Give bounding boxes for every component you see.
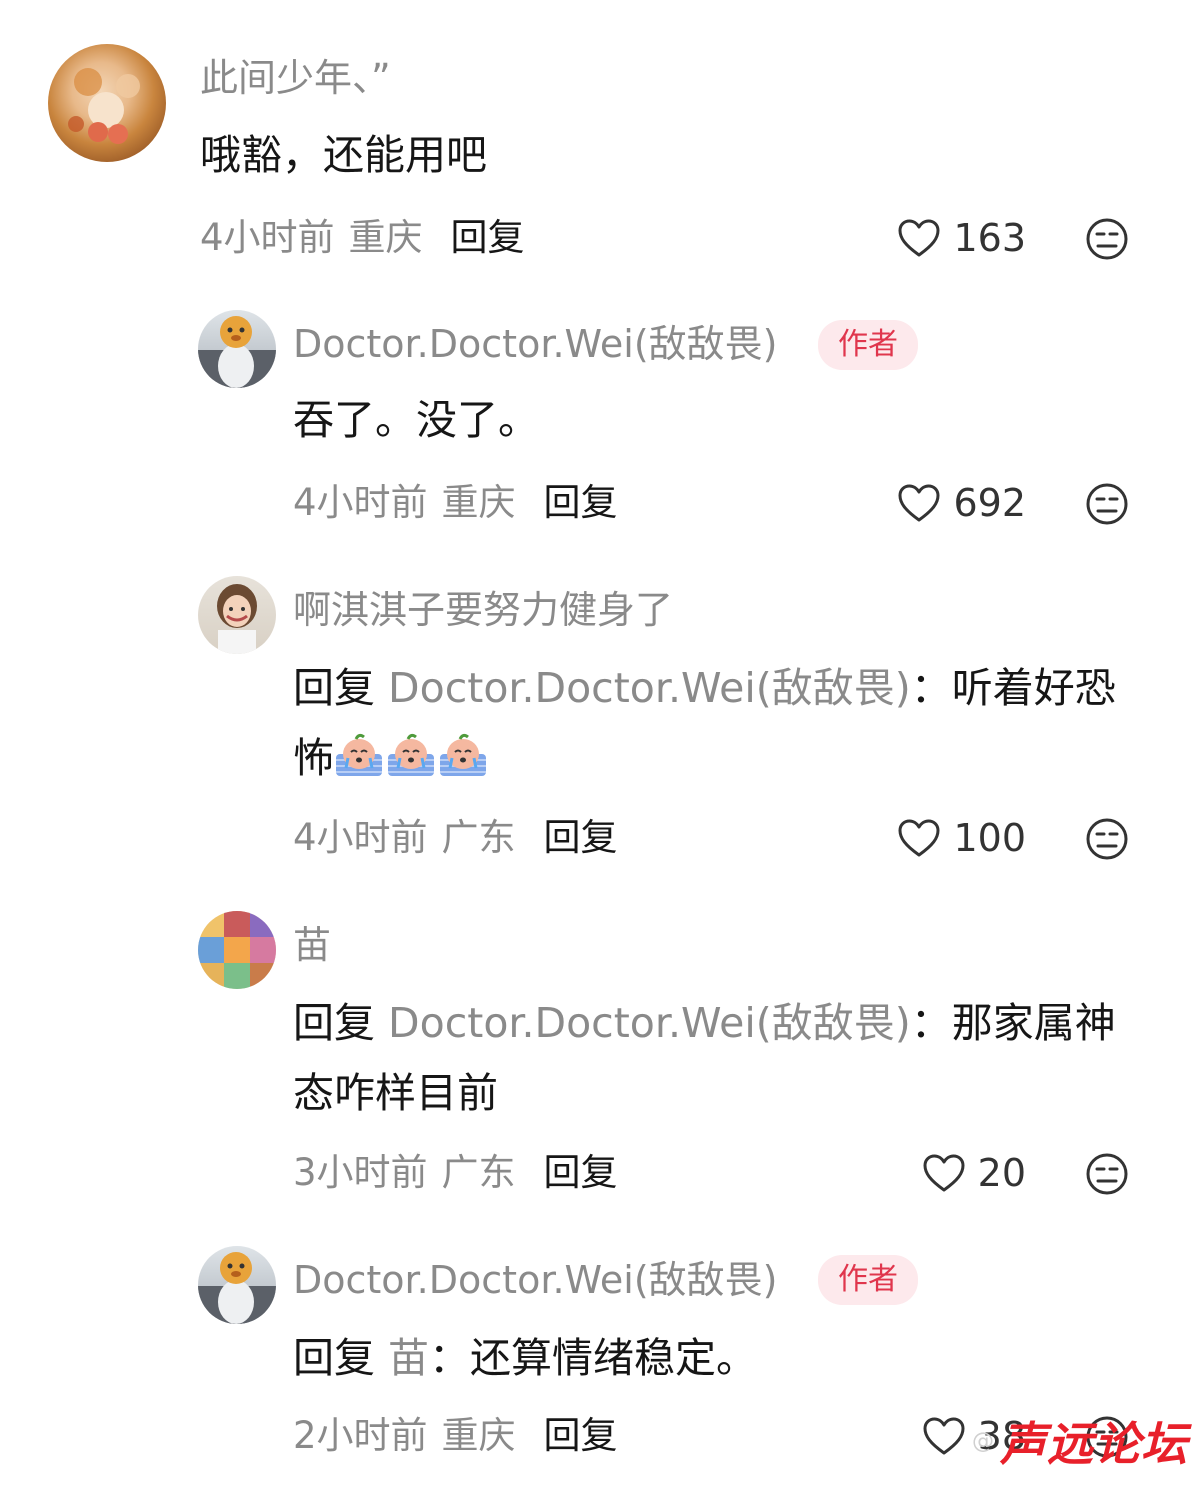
- dislike-icon[interactable]: [1085, 1152, 1129, 1196]
- reply-target[interactable]: 苗: [388, 1334, 429, 1382]
- avatar[interactable]: [198, 310, 276, 388]
- comment-text: 吞了。没了。: [293, 396, 539, 444]
- comment-meta: 3小时前 广东 回复: [293, 1150, 618, 1196]
- reply-body-cont: 怖: [293, 734, 334, 782]
- reply-body: 听着好恐: [951, 664, 1116, 712]
- like-count: 20: [977, 1151, 1026, 1195]
- location: 重庆: [441, 1414, 516, 1457]
- reply-body: 那家属神: [951, 999, 1116, 1047]
- author-badge: 作者: [818, 1255, 918, 1305]
- nickname[interactable]: 啊淇淇子要努力健身了: [293, 587, 673, 633]
- reply-body-cont: 态咋样目前: [293, 1069, 498, 1117]
- watermark-text: @: [972, 1428, 994, 1454]
- like-button[interactable]: 692: [897, 480, 1026, 526]
- heart-icon: [898, 484, 940, 522]
- timestamp: 4小时前: [293, 816, 428, 859]
- like-count: 163: [953, 216, 1026, 260]
- dislike-icon[interactable]: [1085, 482, 1129, 526]
- comment-meta: 2小时前 重庆 回复: [293, 1413, 618, 1459]
- location: 广东: [441, 816, 516, 859]
- reply-prefix: 回复: [293, 999, 375, 1047]
- location: 重庆: [348, 216, 423, 259]
- nickname[interactable]: Doctor.Doctor.Wei(敌敌畏): [293, 1257, 777, 1303]
- location: 广东: [441, 1151, 516, 1194]
- reply-target[interactable]: Doctor.Doctor.Wei(敌敌畏): [388, 664, 911, 712]
- avatar[interactable]: [48, 44, 166, 162]
- author-badge: 作者: [818, 320, 918, 370]
- nickname[interactable]: 苗: [293, 922, 331, 968]
- comment-meta: 4小时前 重庆 回复: [200, 215, 525, 261]
- heart-icon: [898, 219, 940, 257]
- timestamp: 4小时前: [293, 481, 428, 524]
- dislike-icon[interactable]: [1085, 217, 1129, 261]
- location: 重庆: [441, 481, 516, 524]
- nickname[interactable]: Doctor.Doctor.Wei(敌敌畏): [293, 321, 777, 367]
- comment-text: 回复 Doctor.Doctor.Wei(敌敌畏)：听着好恐 怖: [293, 664, 1116, 782]
- timestamp: 3小时前: [293, 1151, 428, 1194]
- watermark-logo: 声远论坛: [1000, 1417, 1188, 1471]
- dislike-icon[interactable]: [1085, 817, 1129, 861]
- reply-button[interactable]: 回复: [544, 1151, 618, 1194]
- reply-prefix: 回复: [293, 1334, 375, 1382]
- like-button[interactable]: 100: [897, 815, 1026, 861]
- crying-emoji: [386, 729, 436, 776]
- like-count: 100: [953, 816, 1026, 860]
- avatar[interactable]: [198, 576, 276, 654]
- reply-button[interactable]: 回复: [544, 481, 618, 524]
- heart-icon: [923, 1154, 965, 1192]
- like-count: 692: [953, 481, 1026, 525]
- heart-icon: [898, 819, 940, 857]
- like-button[interactable]: 20: [922, 1150, 1026, 1196]
- like-button[interactable]: 163: [897, 215, 1026, 261]
- comment-meta: 4小时前 重庆 回复: [293, 480, 618, 526]
- avatar[interactable]: [198, 1246, 276, 1324]
- nickname[interactable]: 此间少年、”: [200, 55, 391, 101]
- heart-icon: [923, 1417, 965, 1455]
- comment-text: 回复 苗：还算情绪稳定。: [293, 1334, 758, 1382]
- reply-target[interactable]: Doctor.Doctor.Wei(敌敌畏): [388, 999, 911, 1047]
- comment-text: 哦豁，还能用吧: [200, 131, 487, 179]
- reply-button[interactable]: 回复: [544, 1414, 618, 1457]
- reply-body: 还算情绪稳定。: [470, 1334, 758, 1382]
- timestamp: 2小时前: [293, 1414, 428, 1457]
- crying-emoji: [334, 729, 384, 776]
- crying-emoji: [438, 729, 488, 776]
- avatar[interactable]: [198, 911, 276, 989]
- comment-meta: 4小时前 广东 回复: [293, 815, 618, 861]
- reply-prefix: 回复: [293, 664, 375, 712]
- timestamp: 4小时前: [200, 216, 335, 259]
- reply-button[interactable]: 回复: [544, 816, 618, 859]
- watermark: @ 声远论坛: [972, 1408, 1188, 1474]
- comment-text: 回复 Doctor.Doctor.Wei(敌敌畏)：那家属神 态咋样目前: [293, 988, 1143, 1128]
- reply-button[interactable]: 回复: [451, 216, 525, 259]
